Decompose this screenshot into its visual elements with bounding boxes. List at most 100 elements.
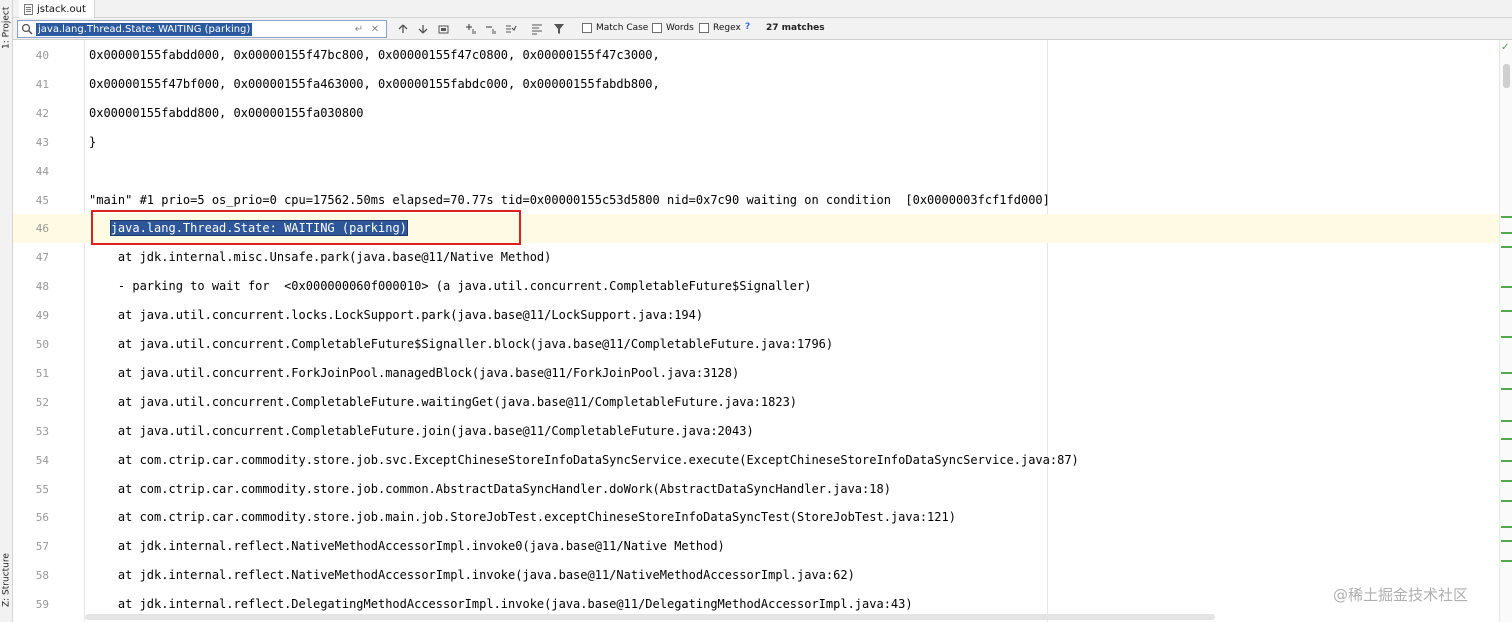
line-text[interactable]: at jdk.internal.reflect.NativeMethodAcce… <box>89 561 855 590</box>
match-marker[interactable] <box>1501 460 1512 462</box>
search-icon[interactable] <box>18 21 36 37</box>
code-line[interactable]: 54 at com.ctrip.car.commodity.store.job.… <box>13 446 1499 475</box>
match-marker[interactable] <box>1501 336 1512 338</box>
code-line[interactable]: 56 at com.ctrip.car.commodity.store.job.… <box>13 503 1499 532</box>
code-line[interactable]: 48 - parking to wait for <0x000000060f00… <box>13 272 1499 301</box>
filter-funnel-icon[interactable] <box>551 21 567 37</box>
editor-area[interactable]: 40 0x00000155fabdd000, 0x00000155f47bc800… <box>13 40 1499 622</box>
match-marker[interactable] <box>1501 388 1512 390</box>
code-line[interactable]: 53 at java.util.concurrent.CompletableFu… <box>13 417 1499 446</box>
line-number: 43 <box>35 135 49 149</box>
line-text[interactable]: at com.ctrip.car.commodity.store.job.mai… <box>89 503 956 532</box>
line-number: 57 <box>35 540 49 554</box>
code-line[interactable]: 55 at com.ctrip.car.commodity.store.job.… <box>13 475 1499 504</box>
line-text[interactable]: at java.util.concurrent.locks.LockSuppor… <box>89 301 703 330</box>
match-marker[interactable] <box>1501 480 1512 482</box>
match-marker[interactable] <box>1501 438 1512 440</box>
line-text[interactable]: - parking to wait for <0x000000060f00001… <box>89 272 812 301</box>
line-text[interactable]: at java.util.concurrent.ForkJoinPool.man… <box>89 359 739 388</box>
line-text[interactable]: at com.ctrip.car.commodity.store.job.svc… <box>89 446 1079 475</box>
match-marker[interactable] <box>1501 232 1512 234</box>
project-tool-tab[interactable]: 1: Project <box>0 2 13 54</box>
line-number: 52 <box>35 395 49 409</box>
code-line[interactable]: 47 at jdk.internal.misc.Unsafe.park(java… <box>13 243 1499 272</box>
previous-occurrence-icon[interactable] <box>395 21 411 37</box>
line-text[interactable]: 0x00000155f47bf000, 0x00000155fa463000, … <box>89 70 660 99</box>
match-marker[interactable] <box>1501 540 1512 542</box>
code-line[interactable]: 50 at java.util.concurrent.CompletableFu… <box>13 330 1499 359</box>
line-number: 51 <box>35 366 49 380</box>
code-line[interactable]: 42 0x00000155fabdd800, 0x00000155fa030800 <box>13 99 1499 128</box>
left-tool-strip: 1: Project Z: Structure <box>0 0 13 622</box>
horizontal-scrollbar[interactable] <box>85 614 1215 620</box>
line-text[interactable]: 0x00000155fabdd800, 0x00000155fa030800 <box>89 99 364 128</box>
code-line[interactable]: 40 0x00000155fabdd000, 0x00000155f47bc800… <box>13 41 1499 70</box>
match-marker[interactable] <box>1501 246 1512 248</box>
line-number: 54 <box>35 453 49 467</box>
add-occurrence-icon[interactable] <box>463 21 479 37</box>
match-case-checkbox[interactable]: Match Case <box>582 23 648 33</box>
match-marker[interactable] <box>1501 526 1512 528</box>
line-text[interactable]: at jdk.internal.reflect.NativeMethodAcce… <box>89 532 725 561</box>
code-line[interactable]: 51 at java.util.concurrent.ForkJoinPool.… <box>13 359 1499 388</box>
scrollbar-thumb[interactable] <box>1503 64 1510 88</box>
code-line[interactable]: 44 <box>13 157 1499 186</box>
select-all-matches-icon[interactable] <box>503 21 519 37</box>
line-text[interactable]: at jdk.internal.misc.Unsafe.park(java.ba… <box>89 243 551 272</box>
regex-label: Regex <box>713 23 741 33</box>
words-checkbox[interactable]: Words <box>652 23 694 33</box>
words-box[interactable] <box>652 23 662 33</box>
line-text[interactable]: at java.util.concurrent.CompletableFutur… <box>89 388 797 417</box>
code-line[interactable]: 49 at java.util.concurrent.locks.LockSup… <box>13 301 1499 330</box>
file-tab-jstack[interactable]: jstack.out <box>19 0 95 18</box>
line-number: 58 <box>35 569 49 583</box>
match-marker[interactable] <box>1501 310 1512 312</box>
match-marker[interactable] <box>1501 286 1512 288</box>
new-line-icon[interactable]: ↵ <box>352 22 366 36</box>
match-marker[interactable] <box>1501 372 1512 374</box>
line-text[interactable]: at java.util.concurrent.CompletableFutur… <box>89 417 754 446</box>
file-tab-label: jstack.out <box>37 3 86 15</box>
match-case-label: Match Case <box>596 23 649 33</box>
code-line[interactable]: 58 at jdk.internal.reflect.NativeMethodA… <box>13 561 1499 590</box>
watermark: @稀土掘金技术社区 <box>1333 586 1469 604</box>
search-query-text: java.lang.Thread.State: WAITING (parking… <box>36 22 253 36</box>
inspection-ok-icon[interactable]: ✓ <box>1501 42 1509 53</box>
select-all-occurrences-icon[interactable] <box>435 21 451 37</box>
clear-search-icon[interactable]: ✕ <box>368 22 382 36</box>
match-case-box[interactable] <box>582 23 592 33</box>
vertical-scrollbar[interactable]: ✓ <box>1499 40 1512 622</box>
regex-checkbox[interactable]: Regex <box>699 23 741 33</box>
match-marker[interactable] <box>1501 500 1512 502</box>
line-number: 42 <box>35 106 49 120</box>
code-line[interactable]: 57 at jdk.internal.reflect.NativeMethodA… <box>13 532 1499 561</box>
filter-options-icon[interactable] <box>529 21 545 37</box>
code-line[interactable]: 52 at java.util.concurrent.CompletableFu… <box>13 388 1499 417</box>
line-number: 50 <box>35 338 49 351</box>
next-occurrence-icon[interactable] <box>415 21 431 37</box>
line-number: 47 <box>35 251 49 265</box>
regex-help-link[interactable]: ? <box>745 22 750 32</box>
match-marker[interactable] <box>1501 420 1512 422</box>
find-toolbar: java.lang.Thread.State: WAITING (parking… <box>13 18 1512 40</box>
search-input[interactable]: java.lang.Thread.State: WAITING (parking… <box>17 20 387 38</box>
structure-tool-tab[interactable]: Z: Structure <box>0 548 13 612</box>
match-count: 27 matches <box>766 23 825 33</box>
line-text[interactable]: at com.ctrip.car.commodity.store.job.com… <box>89 475 891 504</box>
line-number: 49 <box>35 309 49 323</box>
remove-occurrence-icon[interactable] <box>483 21 499 37</box>
regex-box[interactable] <box>699 23 709 33</box>
line-number: 53 <box>35 424 49 438</box>
match-marker[interactable] <box>1501 560 1512 562</box>
line-number: 55 <box>35 482 49 496</box>
line-text[interactable]: 0x00000155fabdd000, 0x00000155f47bc800, … <box>89 41 660 70</box>
line-number: 41 <box>35 77 49 91</box>
match-marker[interactable] <box>1501 216 1512 218</box>
line-text[interactable]: } <box>89 128 96 157</box>
line-text[interactable]: at java.util.concurrent.CompletableFutur… <box>89 330 833 359</box>
annotation-highlight-box <box>91 210 521 245</box>
code-line[interactable]: 43} <box>13 128 1499 157</box>
words-label: Words <box>666 23 694 33</box>
code-line[interactable]: 41 0x00000155f47bf000, 0x00000155fa463000… <box>13 70 1499 99</box>
line-number: 46 <box>35 222 49 236</box>
